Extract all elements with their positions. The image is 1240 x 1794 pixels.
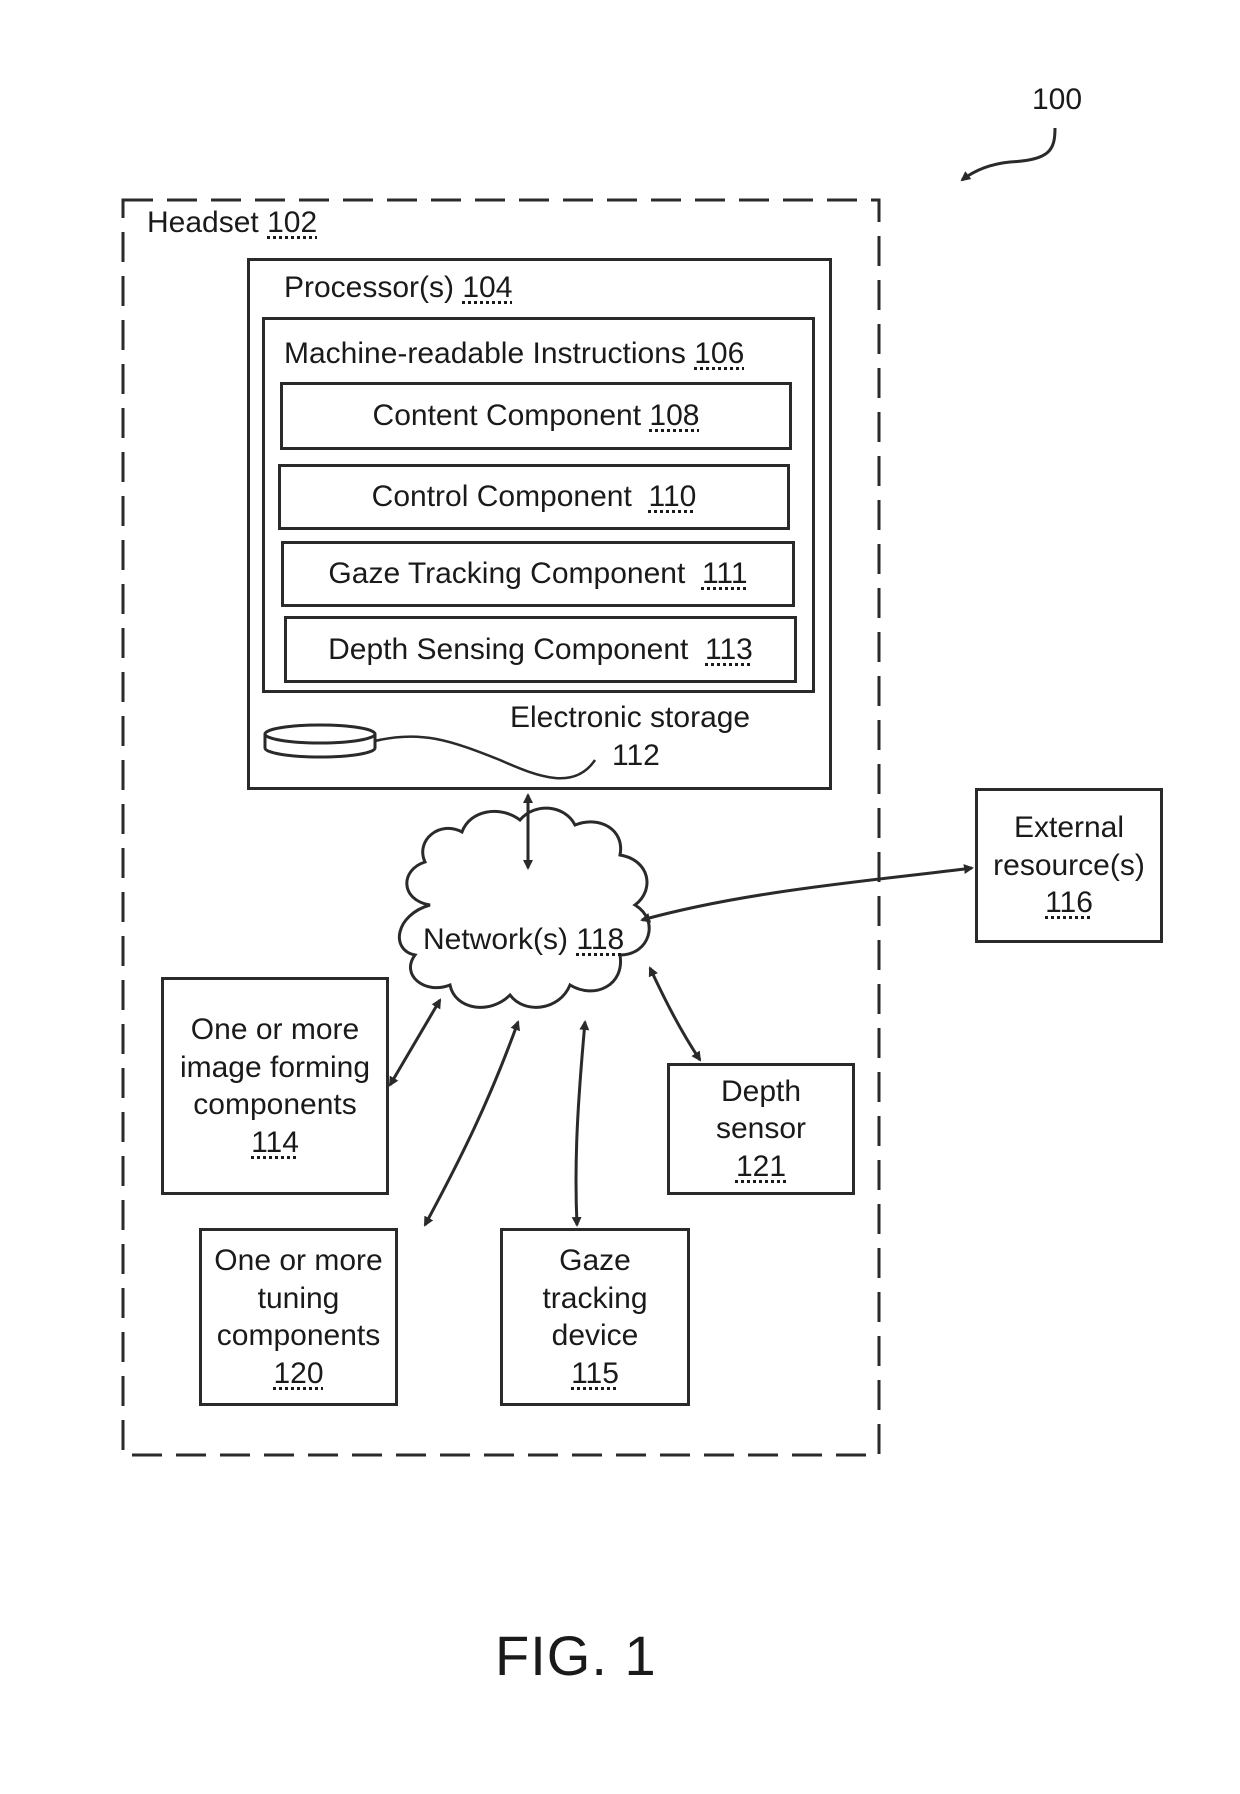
external-line1: External — [1013, 811, 1125, 845]
network-image-forming-link — [388, 998, 442, 1087]
control-component-box: Control Component 110 — [278, 464, 790, 530]
tuning-ref: 120 — [273, 1356, 324, 1390]
image-forming-box: One or more image forming components 114 — [161, 977, 389, 1195]
component-ref: 110 — [648, 480, 697, 513]
network-ref: 118 — [576, 923, 625, 956]
headset-label: Headset 102 — [147, 205, 317, 241]
storage-label: Electronic storage — [510, 701, 751, 734]
component-ref: 108 — [649, 399, 700, 432]
component-ref: 111 — [701, 557, 748, 590]
network-name: Network(s) — [423, 923, 569, 956]
figure-caption: FIG. 1 — [495, 1624, 657, 1687]
depth-sensor-line1: Depth — [720, 1074, 802, 1108]
network-label: Network(s) 118 — [423, 922, 624, 958]
content-component-box: Content Component 108 — [280, 382, 792, 450]
component-name: Control Component — [371, 480, 632, 513]
headset-name: Headset — [147, 206, 259, 239]
network-depth-sensor-link — [648, 966, 702, 1062]
image-forming-line3: components — [193, 1088, 357, 1121]
tuning-line1: One or more — [214, 1244, 383, 1277]
gaze-device-ref: 115 — [571, 1356, 619, 1390]
instructions-ref: 106 — [694, 337, 745, 370]
network-external-link — [640, 864, 974, 923]
gaze-device-box: Gaze tracking device 115 — [500, 1228, 690, 1406]
figure-reference-number: 100 — [1032, 83, 1083, 116]
network-gaze-device-link — [571, 1020, 590, 1227]
gaze-device-line2: tracking — [542, 1281, 648, 1315]
depth-sensor-ref: 121 — [735, 1149, 787, 1183]
headset-ref: 102 — [267, 206, 318, 239]
processor-label: Processor(s) 104 — [284, 270, 512, 306]
tuning-box: One or more tuning components 120 — [199, 1228, 398, 1406]
gaze-device-line1: Gaze — [559, 1244, 631, 1277]
depth-sensing-component-box: Depth Sensing Component 113 — [284, 616, 797, 683]
gaze-tracking-component-box: Gaze Tracking Component 111 — [281, 541, 795, 607]
depth-sensor-box: Depth sensor 121 — [667, 1063, 855, 1195]
depth-sensor-line2: sensor — [715, 1112, 807, 1146]
processor-ref: 104 — [462, 271, 513, 304]
component-name: Gaze Tracking Component — [328, 557, 686, 590]
network-tuning-link — [423, 1020, 521, 1227]
image-forming-line2: image forming — [179, 1050, 371, 1084]
external-resources-box: External resource(s) 116 — [975, 788, 1163, 943]
storage-ref: 112 — [612, 739, 660, 772]
component-name: Content Component — [372, 399, 642, 432]
tuning-line2: tuning — [257, 1281, 340, 1315]
image-forming-line1: One or more — [190, 1013, 360, 1046]
image-forming-ref: 114 — [251, 1125, 299, 1159]
instructions-label: Machine-readable Instructions 106 — [284, 336, 744, 372]
external-ref: 116 — [1045, 886, 1093, 920]
component-ref: 113 — [705, 632, 753, 666]
component-name: Depth Sensing Component — [328, 632, 689, 666]
external-line2: resource(s) — [993, 848, 1145, 882]
reference-100-arrow — [960, 127, 1057, 182]
network-cloud-icon — [397, 806, 651, 1009]
instructions-name: Machine-readable Instructions — [284, 337, 686, 370]
tuning-line3: components — [216, 1319, 381, 1352]
processor-name: Processor(s) — [284, 271, 455, 304]
gaze-device-line3: device — [551, 1319, 639, 1352]
